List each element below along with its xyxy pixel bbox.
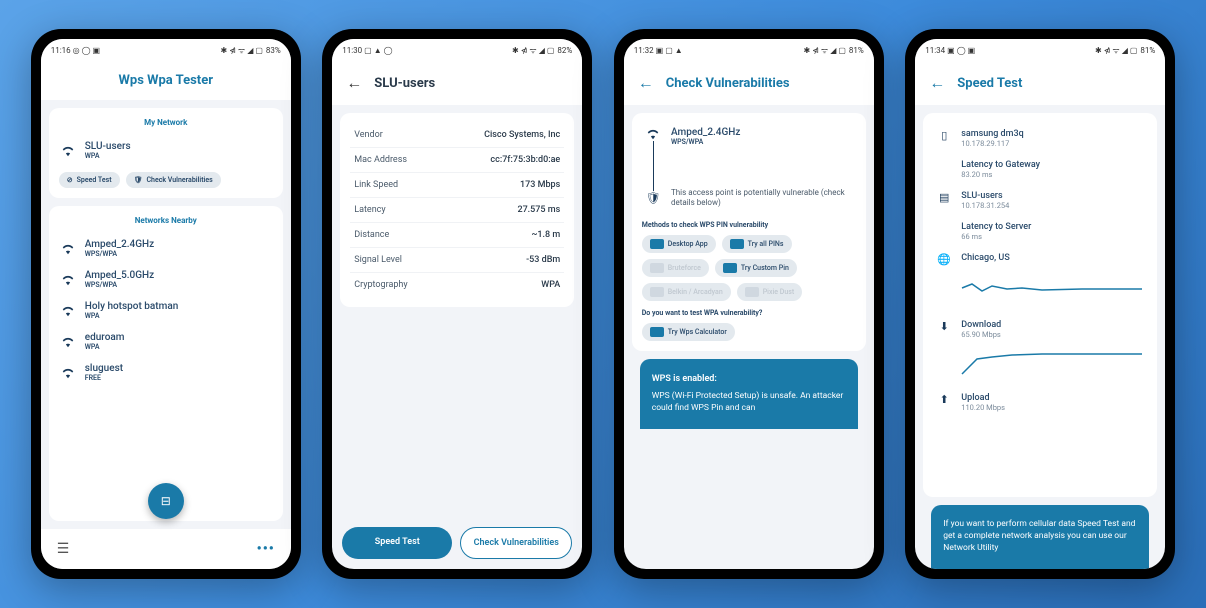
wifi-icon: [646, 127, 660, 141]
wifi-icon: [61, 273, 75, 287]
app-bar: ← Check Vulnerabilities: [624, 61, 874, 105]
location-row: 🌐Chicago, US: [933, 247, 1147, 272]
server-row: Latency to Server66 ms: [933, 216, 1147, 247]
dust-icon: [745, 287, 759, 297]
pin-icon: [730, 239, 744, 249]
banner-text: WPS (Wi-Fi Protected Setup) is unsafe. A…: [652, 391, 846, 415]
globe-icon: 🌐: [937, 253, 951, 266]
detail-row: Signal Level-53 dBm: [350, 248, 564, 273]
method-bruteforce: Bruteforce: [642, 259, 709, 277]
banner-title: WPS is enabled:: [652, 373, 846, 386]
router-icon: [650, 287, 664, 297]
detail-row: Mac Addresscc:7f:75:3b:d0:ae: [350, 148, 564, 173]
method-try-all-pins[interactable]: Try all PINs: [722, 235, 792, 253]
router-icon: ▤: [937, 191, 951, 204]
download-spark: [957, 276, 1147, 306]
status-bar: 11:30 ▢ ▲ ◯ ✱ ⋪ ᯤ ◢ ▢ 82%: [332, 39, 582, 61]
wps-banner: WPS is enabled: WPS (Wi-Fi Protected Set…: [640, 359, 858, 429]
detail-row: Distance~1.8 m: [350, 223, 564, 248]
download-row: ⬇Download65.90 Mbps: [933, 314, 1147, 345]
phone-speed: 11:34 ▣ ◯ ▣ ✱ ⋪ ᯤ ◢ ▢ 81% ← Speed Test ▯…: [905, 29, 1175, 579]
nearby-label: Networks Nearby: [59, 216, 273, 225]
network-item[interactable]: Holy hotspot batmanWPA: [59, 295, 273, 326]
nearby-card: Networks Nearby Amped_2.4GHzWPS/WPA Ampe…: [49, 206, 283, 521]
methods-label: Methods to check WPS PIN vulnerability: [642, 221, 856, 229]
my-network-card: My Network SLU-users WPA ⊘Speed Test 🛡Ch…: [49, 108, 283, 198]
scan-fab[interactable]: ⊟: [148, 483, 184, 519]
wifi-icon: [61, 335, 75, 349]
back-icon[interactable]: ←: [638, 73, 654, 93]
phone-main: 11:16 ◎ ◯ ▣ ✱ ⋪ ᯤ ◢ ▢ 83% Wps Wpa Tester…: [31, 29, 301, 579]
vuln-warning: This access point is potentially vulnera…: [671, 188, 852, 209]
speed-test-button[interactable]: Speed Test: [342, 527, 452, 559]
upload-row: ⬆Upload110.20 Mbps: [933, 387, 1147, 418]
back-icon[interactable]: ←: [346, 73, 362, 93]
wifi-icon: [61, 304, 75, 318]
menu-icon[interactable]: ☰: [57, 541, 70, 557]
check-vuln-button[interactable]: Check Vulnerabilities: [460, 527, 572, 559]
back-icon[interactable]: ←: [929, 73, 945, 93]
network-item[interactable]: eduroamWPA: [59, 326, 273, 357]
upload-icon: ⬆: [937, 393, 951, 406]
app-bar: ← Speed Test: [915, 61, 1165, 105]
vuln-card: 🛡 Amped_2.4GHz WPS/WPA This access point…: [632, 113, 866, 351]
app-bar: ← SLU-users: [332, 61, 582, 105]
app-bar: Wps Wpa Tester: [41, 61, 291, 100]
hammer-icon: [650, 263, 664, 273]
my-network-row[interactable]: SLU-users WPA: [59, 135, 273, 166]
network-name: SLU-users: [85, 141, 271, 152]
download-icon: ⬇: [937, 320, 951, 333]
network-item[interactable]: Amped_2.4GHzWPS/WPA: [59, 233, 273, 264]
status-bar: 11:16 ◎ ◯ ▣ ✱ ⋪ ᯤ ◢ ▢ 83%: [41, 39, 291, 61]
shield-icon: 🛡: [646, 191, 661, 205]
page-title: SLU-users: [374, 76, 435, 91]
page-title: Speed Test: [957, 76, 1022, 91]
phone-icon: ▯: [937, 129, 951, 142]
method-pixie-dust: Pixie Dust: [737, 283, 802, 301]
monitor-icon: [650, 239, 664, 249]
bottom-bar: ☰ •••: [41, 529, 291, 569]
phone-vuln: 11:32 ▣ ▢ ▲ ✱ ⋪ ᯤ ◢ ▢ 81% ← Check Vulner…: [614, 29, 884, 579]
app-title: Wps Wpa Tester: [119, 73, 213, 88]
detail-row: VendorCisco Systems, Inc: [350, 123, 564, 148]
detail-row: Latency27.575 ms: [350, 198, 564, 223]
scan-icon: ⊟: [161, 494, 171, 508]
method-custom-pin[interactable]: Try Custom Pin: [715, 259, 797, 277]
status-bar: 11:34 ▣ ◯ ▣ ✱ ⋪ ᯤ ◢ ▢ 81%: [915, 39, 1165, 61]
check-vuln-button[interactable]: 🛡Check Vulnerabilities: [126, 172, 221, 188]
detail-row: CryptographyWPA: [350, 273, 564, 297]
wifi-icon: [61, 242, 75, 256]
method-desktop-app[interactable]: Desktop App: [642, 235, 716, 253]
speed-card: ▯samsung dm3q10.178.29.117 Latency to Ga…: [923, 113, 1157, 497]
speed-test-button[interactable]: ⊘Speed Test: [59, 172, 120, 188]
router-row: ▤SLU-users10.178.31.254: [933, 185, 1147, 216]
status-bar: 11:32 ▣ ▢ ▲ ✱ ⋪ ᯤ ◢ ▢ 81%: [624, 39, 874, 61]
speed-banner: If you want to perform cellular data Spe…: [931, 505, 1149, 569]
wpa-question: Do you want to test WPA vulnerability?: [642, 309, 856, 317]
page-title: Check Vulnerabilities: [666, 76, 790, 91]
gateway-row: Latency to Gateway83.20 ms: [933, 154, 1147, 185]
pin-icon: [723, 263, 737, 273]
detail-row: Link Speed173 Mbps: [350, 173, 564, 198]
banner-text: If you want to perform cellular data Spe…: [943, 519, 1137, 555]
wps-calculator-button[interactable]: Try Wps Calculator: [642, 323, 735, 341]
network-item[interactable]: sluguestFREE: [59, 357, 273, 388]
network-security: WPS/WPA: [671, 138, 852, 146]
network-item[interactable]: Amped_5.0GHzWPS/WPA: [59, 264, 273, 295]
network-security: WPA: [85, 152, 271, 160]
calc-icon: [650, 327, 664, 337]
speed-icon: ⊘: [67, 176, 73, 184]
detail-card: VendorCisco Systems, Inc Mac Addresscc:7…: [340, 113, 574, 307]
method-belkin: Belkin / Arcadyan: [642, 283, 731, 301]
network-name: Amped_2.4GHz: [671, 127, 852, 138]
shield-icon: 🛡: [134, 176, 143, 184]
upload-spark: [957, 349, 1147, 379]
device-row: ▯samsung dm3q10.178.29.117: [933, 123, 1147, 154]
my-network-label: My Network: [59, 118, 273, 127]
wifi-icon: [61, 366, 75, 380]
wifi-icon: [61, 144, 75, 158]
phone-detail: 11:30 ▢ ▲ ◯ ✱ ⋪ ᯤ ◢ ▢ 82% ← SLU-users Ve…: [322, 29, 592, 579]
more-icon[interactable]: •••: [257, 541, 275, 557]
